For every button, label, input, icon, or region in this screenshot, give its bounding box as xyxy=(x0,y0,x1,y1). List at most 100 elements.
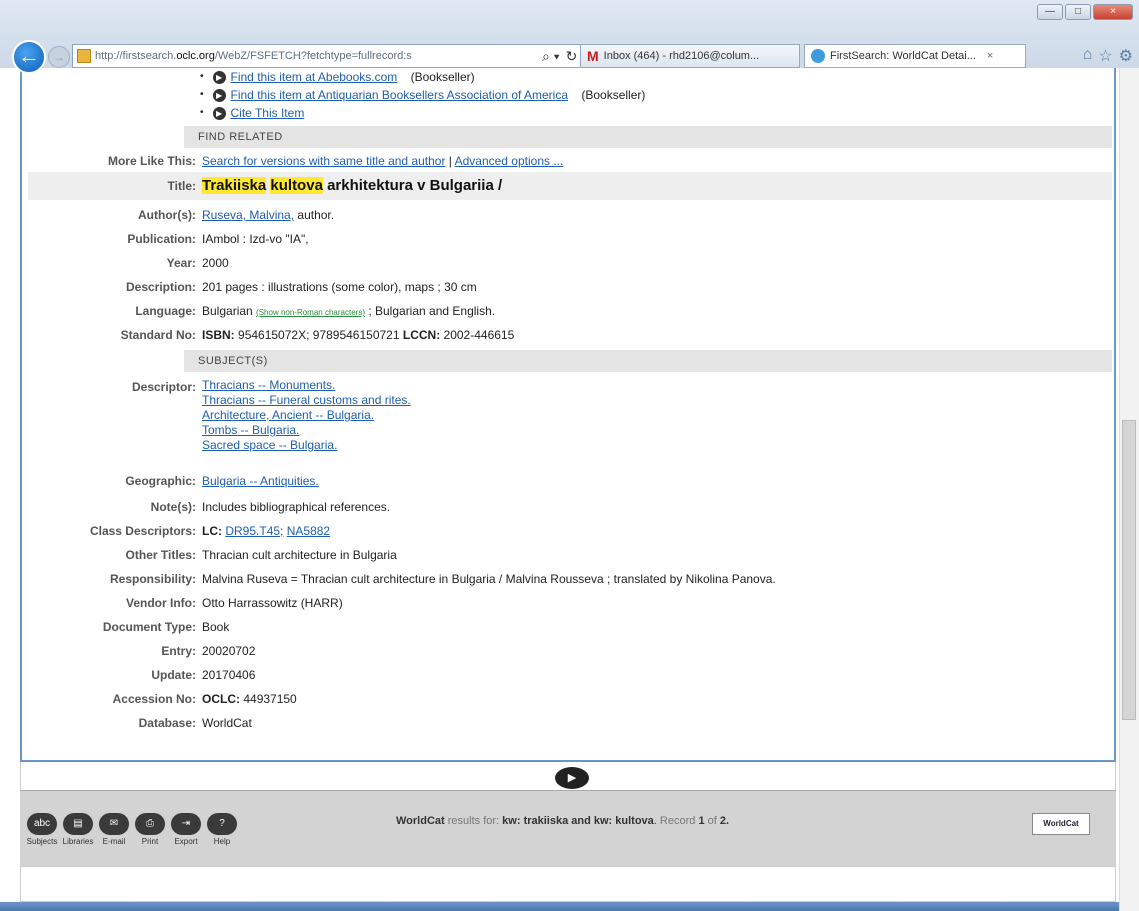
search-dropdown-icon[interactable]: ⌕ ▾ xyxy=(542,48,560,65)
tab-gmail[interactable]: M Inbox (464) - rhd2106@colum... xyxy=(580,44,800,68)
field-value: IAmbol : Izd-vo "IA", xyxy=(202,232,309,246)
abaa-link[interactable]: Find this item at Antiquarian Bookseller… xyxy=(231,86,569,104)
field-label: Class Descriptors: xyxy=(89,524,196,538)
field-label: Descriptor: xyxy=(131,380,196,394)
email-button[interactable]: ✉ E-mail xyxy=(98,813,130,846)
authors-row: Author(s): Ruseva, Malvina, author. xyxy=(22,206,1112,224)
find-links: • ▶ Find this item at Abebooks.com (Bookse… xyxy=(200,68,645,122)
print-button[interactable]: ⎙ Print xyxy=(134,813,166,846)
record-text: Record xyxy=(659,815,696,827)
descriptor-link[interactable]: Thracians -- Funeral customs and rites. xyxy=(202,393,411,408)
ie-icon xyxy=(811,49,825,63)
field-value: Thracian cult architecture in Bulgaria xyxy=(202,548,397,562)
next-area: ▶ xyxy=(20,762,1116,790)
advanced-options-link[interactable]: Advanced options ... xyxy=(455,154,564,168)
close-window-button[interactable]: × xyxy=(1093,4,1133,20)
descriptor-link[interactable]: Thracians -- Monuments. xyxy=(202,378,411,393)
libraries-button[interactable]: ▤ Libraries xyxy=(62,813,94,846)
field-value: 2000 xyxy=(202,256,229,270)
results-text: results for: xyxy=(447,815,500,827)
same-title-author-link[interactable]: Search for versions with same title and … xyxy=(202,154,445,168)
tab-close-icon[interactable]: × xyxy=(987,50,993,62)
maximize-button[interactable]: □ xyxy=(1065,4,1091,20)
gear-icon[interactable]: ⚙ xyxy=(1119,46,1133,66)
descriptor-row: Descriptor: Thracians -- Monuments. Thra… xyxy=(22,378,1112,453)
update-row: Update: 20170406 xyxy=(22,666,1112,684)
field-value: ; Bulgarian and English. xyxy=(368,304,496,318)
tab-title: Inbox (464) - rhd2106@colum... xyxy=(603,50,760,62)
abebooks-link[interactable]: Find this item at Abebooks.com xyxy=(231,68,398,86)
home-icon[interactable]: ⌂ xyxy=(1083,46,1093,66)
go-arrow-icon[interactable]: ▶ xyxy=(212,106,226,120)
field-label: Update: xyxy=(151,668,196,682)
geographic-link[interactable]: Bulgaria -- Antiquities. xyxy=(202,474,319,488)
help-icon: ? xyxy=(207,813,237,835)
tool-label: Help xyxy=(213,837,231,846)
go-arrow-icon[interactable]: ▶ xyxy=(212,88,226,102)
go-arrow-icon[interactable]: ▶ xyxy=(212,70,226,84)
address-tools: ⌕ ▾ ↻ xyxy=(542,44,577,68)
forward-arrow-icon[interactable]: → xyxy=(48,46,70,68)
subjects-button[interactable]: abc Subjects xyxy=(26,813,58,846)
field-value: Bulgarian xyxy=(202,304,253,318)
print-icon: ⎙ xyxy=(135,813,165,835)
field-label: Entry: xyxy=(161,644,196,658)
field-value: Malvina Ruseva = Thracian cult architect… xyxy=(202,572,776,586)
field-label: Standard No: xyxy=(120,328,196,342)
standard-no-row: Standard No: ISBN: 954615072X; 978954615… xyxy=(22,326,1112,344)
descriptor-link[interactable]: Architecture, Ancient -- Bulgaria. xyxy=(202,408,411,423)
help-button[interactable]: ? Help xyxy=(206,813,238,846)
address-bar[interactable]: http://firstsearch. oclc.org/WebZ/FSFETCH… xyxy=(72,44,592,68)
tool-label: E-mail xyxy=(102,837,126,846)
isbn-label: ISBN: xyxy=(202,328,235,342)
description-row: Description: 201 pages : illustrations (… xyxy=(22,278,1112,296)
more-like-this-row: More Like This: Search for versions with… xyxy=(22,152,1112,170)
record-total: 2. xyxy=(719,815,730,827)
gmail-icon: M xyxy=(587,48,599,64)
site-favicon-icon xyxy=(77,49,91,63)
tool-label: Export xyxy=(174,837,198,846)
lccn-label: LCCN: xyxy=(402,328,441,342)
author-link[interactable]: Ruseva, Malvina, xyxy=(202,208,294,222)
next-record-button[interactable]: ▶ xyxy=(555,767,589,789)
tab-title: FirstSearch: WorldCat Detai... xyxy=(830,50,976,62)
of-text: of xyxy=(707,815,717,827)
email-icon: ✉ xyxy=(99,813,129,835)
minimize-button[interactable]: — xyxy=(1037,4,1063,20)
lc-link[interactable]: NA5882 xyxy=(287,524,330,538)
find-related-header: FIND RELATED xyxy=(184,126,1112,148)
lc-link[interactable]: DR95.T45; xyxy=(225,524,283,538)
results-db: WorldCat xyxy=(396,815,445,827)
descriptor-link[interactable]: Sacred space -- Bulgaria. xyxy=(202,438,411,453)
tool-label: Print xyxy=(141,837,159,846)
show-non-roman-link[interactable]: (Show non-Roman characters) xyxy=(256,308,365,317)
refresh-icon[interactable]: ↻ xyxy=(566,48,578,65)
field-label: Accession No: xyxy=(112,692,196,706)
export-icon: ⇥ xyxy=(171,813,201,835)
field-label: Other Titles: xyxy=(125,548,196,562)
record-frame: • ▶ Find this item at Abebooks.com (Bookse… xyxy=(20,68,1116,762)
taskbar-strip xyxy=(0,902,1139,911)
field-label: Publication: xyxy=(127,232,196,246)
cite-item-link[interactable]: Cite This Item xyxy=(231,104,305,122)
star-icon[interactable]: ☆ xyxy=(1098,46,1112,66)
bottom-toolbar: abc Subjects ▤ Libraries ✉ E-mail ⎙ Print ⇥ E… xyxy=(20,790,1116,866)
lccn-value: 2002-446615 xyxy=(443,328,515,342)
field-label: Database: xyxy=(138,716,196,730)
tool-label: Libraries xyxy=(62,837,94,846)
export-button[interactable]: ⇥ Export xyxy=(170,813,202,846)
back-arrow-icon[interactable]: ← xyxy=(12,40,46,74)
list-item: • ▶ Find this item at Antiquarian Booksell… xyxy=(200,86,646,104)
field-label: Description: xyxy=(125,280,196,294)
field-label: Vendor Info: xyxy=(126,596,196,610)
scrollbar-thumb[interactable] xyxy=(1122,420,1136,720)
link-suffix: (Bookseller) xyxy=(581,88,646,102)
author-role: author. xyxy=(297,208,335,222)
field-label: Title: xyxy=(167,179,196,193)
descriptor-link[interactable]: Tombs -- Bulgaria. xyxy=(202,423,411,438)
tab-worldcat[interactable]: FirstSearch: WorldCat Detai... × xyxy=(804,44,1026,68)
accession-row: Accession No: OCLC: 44937150 xyxy=(22,690,1112,708)
field-value: WorldCat xyxy=(202,716,252,730)
field-label: Year: xyxy=(166,256,196,270)
results-query: kw: trakiiska and kw: kultova xyxy=(502,815,654,827)
